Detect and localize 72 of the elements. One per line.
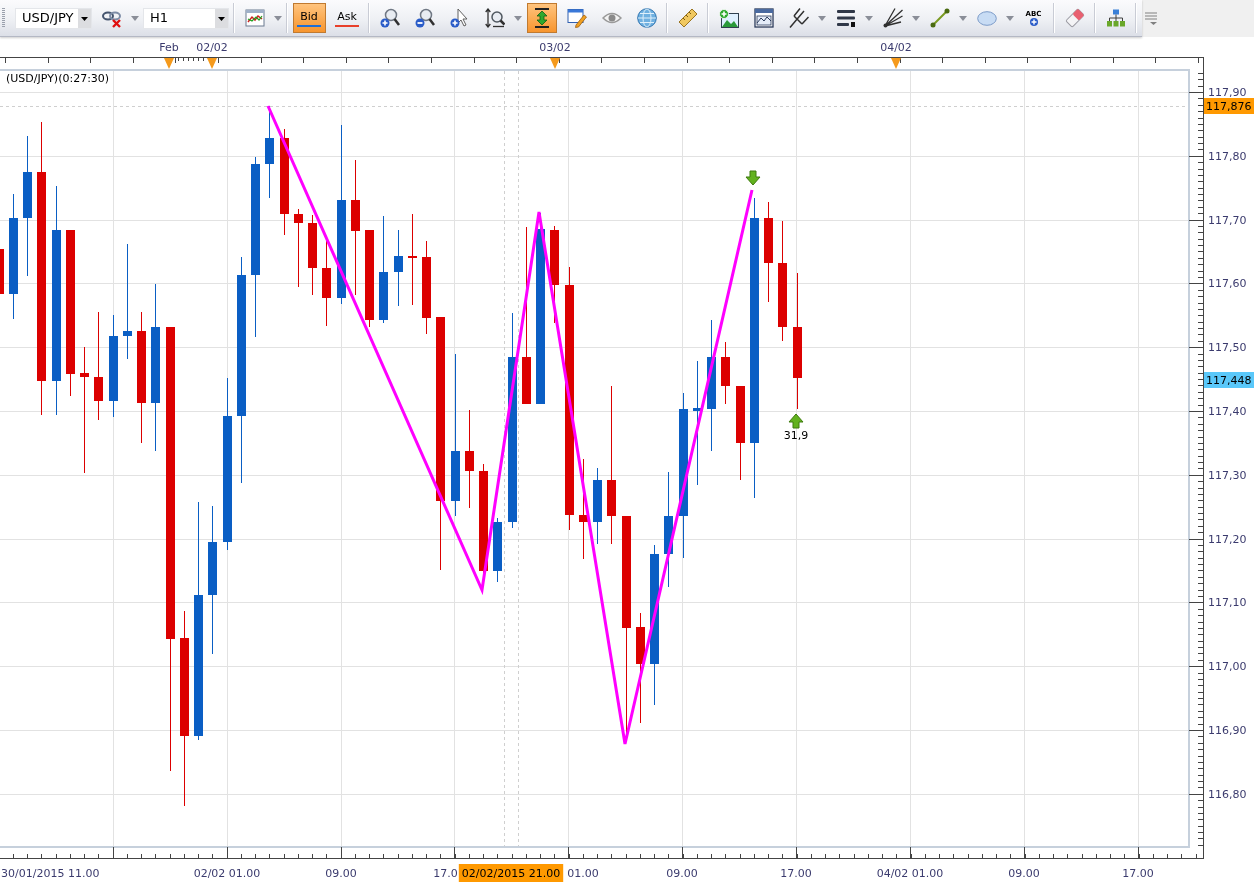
- price-label: 117,00: [1208, 660, 1247, 673]
- time-label: 02/02 01.00: [193, 867, 261, 880]
- pitchfork-icon: [788, 8, 809, 28]
- price-label: 116,90: [1208, 724, 1247, 737]
- down-arrow-icon: [745, 170, 761, 186]
- globe-icon: [636, 8, 657, 28]
- up-arrow-icon: [788, 413, 804, 429]
- date-label: 03/02: [539, 41, 571, 54]
- marker-icon: [207, 58, 217, 69]
- dropdown-caret-icon[interactable]: [818, 15, 826, 21]
- symbol-select[interactable]: USD/JPY: [15, 7, 92, 29]
- time-label: 17.00: [1122, 867, 1154, 880]
- time-label: 09.00: [325, 867, 357, 880]
- marker-icon: [164, 58, 174, 69]
- overflow-menu-icon: [1144, 11, 1157, 25]
- price-label: 117,40: [1208, 405, 1247, 418]
- window-pencil-icon: [566, 8, 587, 28]
- eye-icon: [601, 11, 622, 25]
- swing-value-label: 31,9: [783, 429, 809, 442]
- bullish-candle: [493, 518, 502, 582]
- cursor-plus-icon: [449, 8, 470, 28]
- price-tag: 117,448: [1204, 372, 1254, 388]
- horizontal-lines-icon: [835, 9, 856, 27]
- zoom-out-icon: [414, 8, 435, 28]
- dropdown-caret-icon[interactable]: [514, 15, 522, 21]
- price-label: 117,50: [1208, 341, 1247, 354]
- chart-window-icon: [753, 8, 774, 28]
- image-plus-icon: [718, 8, 739, 28]
- price-label: 117,60: [1208, 277, 1247, 290]
- time-label: 01.00: [567, 867, 599, 880]
- auto-scroll-button[interactable]: [526, 3, 557, 33]
- date-label: 02/02: [196, 41, 228, 54]
- chart-title: (USD/JPY)(0:27:30): [6, 72, 110, 85]
- time-label: 17.0: [433, 867, 458, 880]
- plus-icon: [1029, 18, 1038, 26]
- dropdown-caret-icon[interactable]: [1006, 15, 1014, 21]
- price-mode-button[interactable]: Ask: [330, 3, 364, 33]
- time-label: 04/02 01.00: [876, 867, 944, 880]
- price-label: 117,20: [1208, 533, 1247, 546]
- grip-icon[interactable]: [2, 8, 5, 28]
- dropdown-caret-icon[interactable]: [959, 15, 967, 21]
- time-label: 17.00: [780, 867, 812, 880]
- marker-icon: [550, 58, 560, 69]
- bearish-candle: [721, 342, 730, 404]
- line-icon: [929, 8, 950, 28]
- date-label: 04/02: [880, 41, 912, 54]
- ellipse-icon: [976, 10, 997, 26]
- price-label: 117,30: [1208, 469, 1247, 482]
- line-chart-icon: [244, 9, 265, 27]
- hierarchy-icon: [1105, 9, 1126, 27]
- price-label: 117,70: [1208, 214, 1247, 227]
- price-tag: 117,876: [1204, 98, 1254, 114]
- magnifier-arrow-icon: [484, 8, 505, 28]
- timeframe-select[interactable]: H1: [143, 7, 229, 29]
- marker-icon: [891, 58, 901, 69]
- dropdown-caret-icon[interactable]: [865, 15, 873, 21]
- price-label: 117,90: [1208, 86, 1247, 99]
- price-label: 117,10: [1208, 596, 1247, 609]
- fan-lines-icon: [882, 8, 903, 28]
- date-label: Feb: [159, 41, 179, 54]
- price-mode-button[interactable]: Bid: [292, 3, 326, 33]
- dropdown-caret-icon[interactable]: [274, 15, 282, 21]
- cursor-time-tag: 02/02/2015 21.00: [458, 864, 564, 882]
- zoom-in-icon: [379, 8, 400, 28]
- dropdown-caret-icon[interactable]: [912, 15, 920, 21]
- ruler-icon: [677, 8, 698, 28]
- dropdown-caret-icon[interactable]: [131, 15, 139, 21]
- time-label: 09.00: [1008, 867, 1040, 880]
- price-label: 117,80: [1208, 150, 1247, 163]
- time-label: 09.00: [666, 867, 698, 880]
- time-label: 30/01/2015 11.00: [1, 867, 100, 880]
- price-label: 116,80: [1208, 788, 1247, 801]
